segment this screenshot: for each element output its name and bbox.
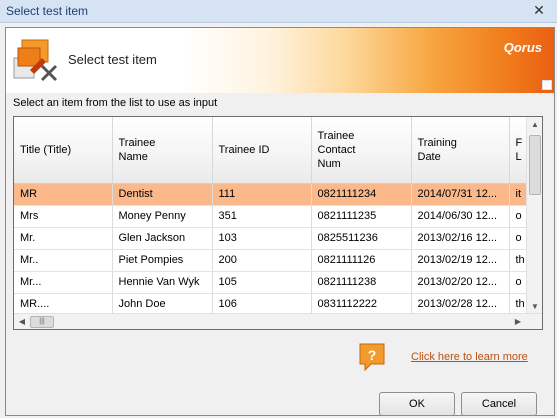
- horizontal-scroll-thumb[interactable]: |||: [30, 316, 54, 328]
- column-header[interactable]: Trainee Name: [112, 117, 213, 184]
- table-cell: 111: [212, 183, 312, 206]
- dialog: Select test item Qorus Select an item fr…: [5, 27, 555, 416]
- horizontal-scrollbar[interactable]: ◀ ||| ▶: [14, 313, 542, 329]
- table-cell: 0821111235: [311, 205, 412, 228]
- table-cell: 0821111234: [311, 183, 412, 206]
- table-cell: 106: [212, 293, 312, 316]
- select-item-icon: [13, 39, 58, 82]
- window-title: Select test item: [6, 4, 89, 18]
- help-question-icon[interactable]: ?: [357, 342, 387, 372]
- scroll-left-icon[interactable]: ◀: [14, 314, 30, 329]
- column-header[interactable]: Title (Title): [14, 117, 113, 184]
- table-row[interactable]: Mr.. Piet Pompies 200 0821111126 2013/02…: [14, 249, 535, 272]
- column-header[interactable]: Training Date: [411, 117, 510, 184]
- table-cell: 2013/02/16 12...: [411, 227, 510, 250]
- table-cell: Money Penny: [112, 205, 213, 228]
- table-cell: John Doe: [112, 293, 213, 316]
- table-row[interactable]: MR Dentist 111 0821111234 2014/07/31 12.…: [14, 183, 535, 206]
- table-row[interactable]: Mr. Glen Jackson 103 0825511236 2013/02/…: [14, 227, 535, 250]
- table-cell: 200: [212, 249, 312, 272]
- table-cell: 2013/02/28 12...: [411, 293, 510, 316]
- table-cell: 2014/07/31 12...: [411, 183, 510, 206]
- scroll-up-icon[interactable]: ▲: [527, 117, 542, 133]
- table-cell: Hennie Van Wyk: [112, 271, 213, 294]
- instruction-text: Select an item from the list to use as i…: [13, 97, 218, 109]
- dialog-frame: Select test item Qorus Select an item fr…: [5, 27, 555, 416]
- column-header[interactable]: Trainee Contact Num: [311, 117, 412, 184]
- table-row[interactable]: Mr... Hennie Van Wyk 105 0821111238 2013…: [14, 271, 535, 294]
- table-cell: 0821111126: [311, 249, 412, 272]
- cancel-button[interactable]: Cancel: [461, 392, 537, 416]
- close-icon[interactable]: ✕: [531, 2, 547, 18]
- table-cell: 351: [212, 205, 312, 228]
- vertical-scrollbar[interactable]: ▲ ▼: [526, 117, 542, 315]
- table-cell: Mr..: [14, 249, 113, 272]
- table-cell: 0825511236: [311, 227, 412, 250]
- brand-logo: Qorus: [503, 40, 542, 55]
- table-cell: Mr...: [14, 271, 113, 294]
- scroll-right-icon[interactable]: ▶: [510, 314, 526, 329]
- items-table: Title (Title) Trainee Name Trainee ID Tr…: [14, 117, 535, 316]
- column-header[interactable]: Trainee ID: [212, 117, 312, 184]
- learn-more-link[interactable]: Click here to learn more: [411, 351, 528, 363]
- table-cell: MR....: [14, 293, 113, 316]
- items-grid[interactable]: Title (Title) Trainee Name Trainee ID Tr…: [13, 116, 543, 330]
- table-cell: 2014/06/30 12...: [411, 205, 510, 228]
- table-row[interactable]: MR.... John Doe 106 0831112222 2013/02/2…: [14, 293, 535, 316]
- vertical-scroll-thumb[interactable]: [529, 135, 541, 195]
- table-cell: 0831112222: [311, 293, 412, 316]
- table-header-row: Title (Title) Trainee Name Trainee ID Tr…: [14, 117, 535, 184]
- table-cell: 2013/02/19 12...: [411, 249, 510, 272]
- table-cell: Glen Jackson: [112, 227, 213, 250]
- ok-button[interactable]: OK: [379, 392, 455, 416]
- banner-heading: Select test item: [68, 52, 157, 67]
- table-cell: 105: [212, 271, 312, 294]
- table-cell: Mr.: [14, 227, 113, 250]
- table-cell: 103: [212, 227, 312, 250]
- table-cell: MR: [14, 183, 113, 206]
- table-cell: 2013/02/20 12...: [411, 271, 510, 294]
- header-banner: Select test item Qorus: [6, 28, 554, 93]
- table-cell: Mrs: [14, 205, 113, 228]
- table-cell: Piet Pompies: [112, 249, 213, 272]
- corner-decoration: [542, 80, 552, 90]
- table-cell: 0821111238: [311, 271, 412, 294]
- svg-text:?: ?: [368, 347, 377, 363]
- table-cell: Dentist: [112, 183, 213, 206]
- window-titlebar: Select test item ✕: [0, 0, 557, 23]
- table-row[interactable]: Mrs Money Penny 351 0821111235 2014/06/3…: [14, 205, 535, 228]
